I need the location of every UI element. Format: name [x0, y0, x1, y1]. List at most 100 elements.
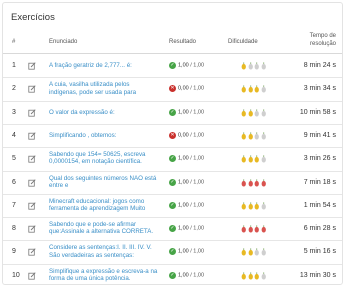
result-badge: ✕ 0,00 / 1,00	[169, 85, 205, 93]
score-max: / 1,00	[190, 202, 205, 209]
pepper-icon	[248, 248, 253, 256]
table-row[interactable]: 7 Minecraft educacional: jogos como ferra…	[3, 195, 342, 219]
table-row[interactable]: 8 Sabendo que e pode-se afirmar que:Assin…	[3, 218, 342, 242]
table-row[interactable]: 10 Simplifique a expressão e escreva-a na…	[3, 265, 342, 284]
row-number: 6	[12, 178, 16, 186]
pepper-icon	[261, 272, 266, 280]
pepper-icon	[261, 85, 266, 93]
exercise-link[interactable]: Sabendo que 154= 50625, escreva 0,000015…	[49, 151, 159, 165]
exercise-link[interactable]: A fração geratriz de 2,777... é:	[49, 62, 159, 69]
pepper-icon	[248, 62, 253, 70]
score-text: 1,00 / 1,00	[178, 179, 204, 185]
row-number: 5	[12, 155, 16, 163]
table-row[interactable]: 2 A cuia, vasilha utilizada pelos indígen…	[3, 78, 342, 102]
score-text: 1,00 / 1,00	[178, 249, 204, 255]
exercise-link[interactable]: Minecraft educacional: jogos como ferram…	[49, 198, 159, 212]
score-max: / 1,00	[190, 272, 205, 279]
pepper-icon	[254, 202, 259, 210]
edit-document-icon	[28, 155, 36, 163]
exercise-link[interactable]: O valor da expressão é:	[49, 109, 159, 116]
resolution-time: 8 min 24 s	[303, 62, 336, 69]
pepper-icon	[241, 178, 246, 187]
check-icon: ✓	[169, 271, 176, 279]
pepper-icon	[254, 155, 259, 163]
score-value: 1,00	[178, 155, 189, 162]
result-badge: ✓ 1,00 / 1,00	[169, 201, 205, 209]
edit-document-icon	[28, 248, 36, 256]
check-icon: ✓	[169, 62, 176, 69]
difficulty-rating	[241, 155, 267, 163]
resolution-time: 13 min 30 s	[299, 271, 336, 279]
resolution-time: 6 min 28 s	[303, 225, 336, 233]
row-number: 4	[12, 131, 16, 139]
row-number: 2	[12, 85, 16, 93]
result-badge: ✓ 1,00 / 1,00	[169, 178, 204, 186]
cross-icon: ✕	[169, 85, 176, 93]
check-icon: ✓	[169, 201, 176, 209]
table-row[interactable]: 9 Considere as sentenças:I. II. III. IV. …	[3, 241, 342, 265]
pepper-icon	[261, 202, 266, 210]
result-badge: ✓ 1,00 / 1,00	[169, 271, 205, 279]
exercise-link[interactable]: Sabendo que e pode-se afirmar que:Assina…	[49, 221, 159, 235]
exercise-link[interactable]: Qual dos seguintes números NÃO está entr…	[49, 175, 159, 189]
table-row[interactable]: 5 Sabendo que 154= 50625, escreva 0,00001…	[3, 148, 342, 172]
resolution-time: 9 min 41 s	[303, 131, 336, 139]
result-badge: ✓ 1,00 / 1,00	[169, 62, 204, 69]
edit-document-icon	[28, 225, 36, 233]
pepper-icon	[248, 155, 253, 163]
resolution-time: 5 min 16 s	[303, 248, 336, 256]
score-text: 0,00 / 1,00	[178, 132, 204, 138]
difficulty-rating	[241, 109, 267, 117]
row-number: 3	[12, 108, 16, 116]
result-badge: ✓ 1,00 / 1,00	[169, 155, 204, 163]
pepper-icon	[241, 155, 246, 163]
column-enunciado: Enunciado	[49, 39, 78, 45]
score-max: / 1,00	[190, 225, 205, 232]
resolution-time: 1 min 54 s	[303, 201, 336, 209]
table-row[interactable]: 4 Simplificando , obtemos: ✕ 0,00 / 1,00 9 m…	[3, 125, 342, 149]
pepper-icon	[241, 109, 246, 117]
difficulty-rating	[241, 62, 267, 70]
panel-title: Exercícios	[11, 12, 55, 23]
pepper-icon	[241, 202, 246, 210]
table-row[interactable]: 6 Qual dos seguintes números NÃO está ent…	[3, 172, 342, 195]
exercise-link[interactable]: Simplificando , obtemos:	[49, 132, 159, 139]
row-number: 1	[12, 62, 16, 69]
edit-document-icon	[28, 85, 36, 93]
score-value: 1,00	[178, 109, 189, 116]
pepper-icon	[248, 272, 253, 280]
score-value: 1,00	[178, 62, 189, 69]
edit-document-icon	[28, 178, 36, 187]
pepper-icon	[248, 202, 253, 210]
pepper-icon	[261, 62, 266, 70]
result-badge: ✓ 1,00 / 1,00	[169, 248, 204, 256]
exercise-link[interactable]: Considere as sentenças:I. II. III. IV. V…	[49, 244, 159, 258]
difficulty-rating	[241, 85, 267, 93]
row-number: 9	[12, 248, 16, 256]
score-max: / 1,00	[190, 85, 205, 92]
difficulty-rating	[241, 202, 267, 210]
exercise-link[interactable]: Simplifique a expressão e escreva-a na f…	[49, 268, 159, 282]
pepper-icon	[241, 132, 246, 140]
pepper-icon	[254, 109, 259, 117]
pepper-icon	[261, 225, 266, 233]
check-icon: ✓	[169, 248, 176, 256]
score-max: / 1,00	[190, 155, 205, 162]
difficulty-rating	[241, 178, 267, 187]
table-row[interactable]: 3 O valor da expressão é: ✓ 1,00 / 1,00 10 m…	[3, 102, 342, 125]
pepper-icon	[248, 109, 253, 117]
score-value: 1,00	[178, 225, 189, 232]
edit-document-icon	[28, 202, 36, 210]
resolution-time: 10 min 58 s	[299, 108, 336, 116]
score-text: 1,00 / 1,00	[178, 63, 204, 69]
pepper-icon	[254, 132, 259, 140]
score-text: 1,00 / 1,00	[178, 156, 204, 162]
exercise-link[interactable]: A cuia, vasilha utilizada pelos indígena…	[49, 81, 159, 96]
score-text: 1,00 / 1,00	[178, 226, 204, 232]
column-dificuldade: Dificuldade	[228, 39, 258, 45]
check-icon: ✓	[169, 155, 176, 163]
pepper-icon	[248, 132, 253, 140]
table-row[interactable]: 1 A fração geratriz de 2,777... é: ✓ 1,00 /…	[3, 55, 342, 79]
score-max: / 1,00	[190, 109, 205, 116]
edit-document-icon	[28, 62, 36, 70]
